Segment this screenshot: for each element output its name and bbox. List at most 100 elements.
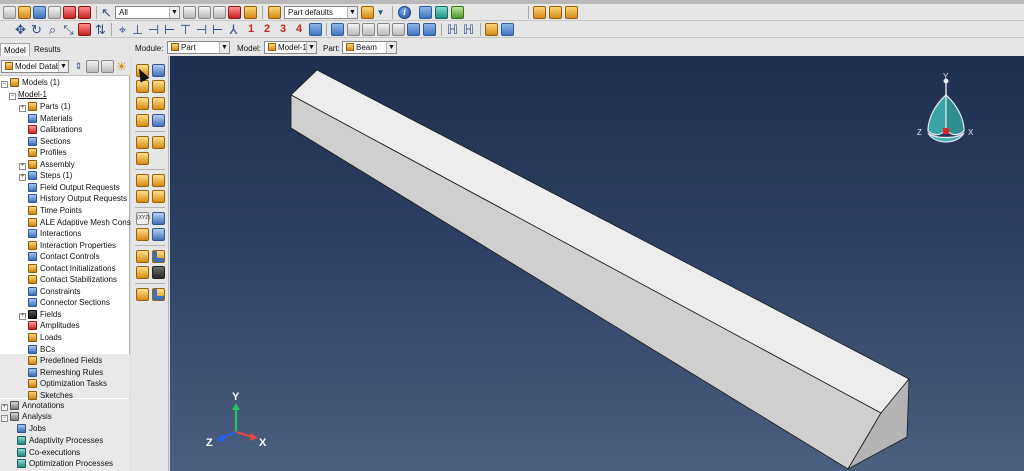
zoom-icon[interactable]: ⤡: [62, 23, 75, 36]
partition-cell-icon[interactable]: [136, 136, 149, 149]
collapse-toggle-icon[interactable]: −: [1, 81, 8, 88]
create-datum-csys-icon[interactable]: [152, 190, 165, 203]
add-group-icon[interactable]: [362, 23, 375, 36]
display-group-icon[interactable]: [331, 23, 344, 36]
shaded-icon[interactable]: [451, 6, 464, 19]
tree-node-steps-1[interactable]: + Steps (1): [19, 170, 72, 181]
part-select[interactable]: Beam ▼: [342, 41, 397, 54]
view-minus-y-icon[interactable]: ⊣: [195, 23, 208, 36]
tab-results[interactable]: Results: [31, 43, 64, 56]
remove-group-icon[interactable]: [377, 23, 390, 36]
tree-node-bcs[interactable]: BCs: [28, 344, 55, 355]
create-face-icon[interactable]: [136, 250, 149, 263]
move-up-icon[interactable]: ⇕: [72, 60, 85, 73]
pan-icon[interactable]: ✥: [14, 23, 27, 36]
module-select[interactable]: Part ▼: [167, 41, 230, 54]
tree-node-jobs[interactable]: Jobs: [17, 423, 46, 434]
wireframe-icon[interactable]: [419, 6, 432, 19]
query-icon[interactable]: [485, 23, 498, 36]
tree-node-assembly[interactable]: + Assembly: [19, 159, 75, 170]
ladder-icon[interactable]: ℍ: [446, 23, 459, 36]
tree-node-contact-stabilizations[interactable]: Contact Stabilizations: [28, 274, 117, 285]
layer-2-button[interactable]: 2: [261, 23, 273, 36]
expand-toggle-icon[interactable]: +: [19, 313, 26, 320]
tree-node-loads[interactable]: Loads: [28, 332, 62, 343]
create-datum-point-icon[interactable]: [136, 174, 149, 187]
tree-node-annotations[interactable]: + Annotations: [1, 400, 64, 411]
replace-group-icon[interactable]: [347, 23, 360, 36]
tree-node-parts-1[interactable]: + Parts (1): [19, 101, 71, 112]
select-arrow-icon[interactable]: ↖: [100, 6, 113, 19]
expand-toggle-icon[interactable]: +: [1, 404, 8, 411]
tree-node-optimization-processes[interactable]: Optimization Processes: [17, 458, 113, 469]
xyz-icon[interactable]: (XYZ): [136, 212, 150, 225]
view-cube[interactable]: Y X Z: [913, 73, 979, 155]
tree-node-remeshing-rules[interactable]: Remeshing Rules: [28, 367, 103, 378]
new-file-icon[interactable]: [3, 6, 16, 19]
collapse-toggle-icon[interactable]: −: [9, 93, 16, 100]
viewport[interactable]: Y X Z Y X Z: [170, 56, 1024, 471]
render-style-icon[interactable]: [268, 6, 281, 19]
select-copy-icon[interactable]: [198, 6, 211, 19]
magnify-icon[interactable]: ⌕: [46, 23, 59, 36]
create-shell-icon[interactable]: [136, 97, 149, 110]
collapse-toggle-icon[interactable]: −: [1, 415, 8, 422]
tree-node-models[interactable]: − Models (1): [1, 77, 60, 88]
tree-filter-icon[interactable]: [86, 60, 99, 73]
rotate-icon[interactable]: ↻: [30, 23, 43, 36]
tab-model[interactable]: Model: [0, 43, 30, 56]
render-style-select[interactable]: Part defaults ▼: [284, 6, 358, 19]
tree-node-contact-controls[interactable]: Contact Controls: [28, 251, 100, 262]
tree-node-materials[interactable]: Materials: [28, 113, 72, 124]
replace-selection-icon[interactable]: [228, 6, 241, 19]
layer-1-button[interactable]: 1: [245, 23, 257, 36]
create-datum-axis-icon[interactable]: [152, 174, 165, 187]
create-solid-revolve-icon[interactable]: [152, 80, 165, 93]
edit-feature-icon[interactable]: [136, 266, 149, 279]
chevron-down-icon[interactable]: ▼: [374, 6, 387, 19]
view-front-icon[interactable]: [533, 6, 546, 19]
create-spline-icon[interactable]: [152, 228, 165, 241]
part-manager-icon[interactable]: [152, 64, 165, 77]
undo-view-icon[interactable]: [392, 23, 405, 36]
lightbulb-icon[interactable]: ☀: [115, 60, 128, 73]
tree-node-predefined-fields[interactable]: Predefined Fields: [28, 355, 102, 366]
view-y-icon[interactable]: ⊣: [147, 23, 160, 36]
layer-4-button[interactable]: 4: [293, 23, 305, 36]
expand-toggle-icon[interactable]: +: [19, 163, 26, 170]
tree-node-ale-adaptive-mesh-constra[interactable]: ALE Adaptive Mesh Constra: [28, 217, 140, 228]
partition-edge-icon[interactable]: [136, 152, 149, 165]
view-iso-icon[interactable]: [549, 6, 562, 19]
tree-node-sections[interactable]: Sections: [28, 136, 71, 147]
expand-toggle-icon[interactable]: +: [19, 105, 26, 112]
view-manager-icon[interactable]: [309, 23, 322, 36]
export-icon[interactable]: [63, 6, 76, 19]
tools-icon[interactable]: [152, 266, 165, 279]
tree-node-contact-initializations[interactable]: Contact Initializations: [28, 263, 116, 274]
box-zoom-icon[interactable]: [78, 23, 91, 36]
view-table-icon[interactable]: [407, 23, 420, 36]
tree-node-time-points[interactable]: Time Points: [28, 205, 82, 216]
tree-node-connector-sections[interactable]: Connector Sections: [28, 297, 110, 308]
display-group-manager-icon[interactable]: [423, 23, 436, 36]
create-solid-extrude-icon[interactable]: [136, 80, 149, 93]
ladder-alt-icon[interactable]: ℍ: [462, 23, 475, 36]
save-icon[interactable]: [33, 6, 46, 19]
tree-expand-icon[interactable]: [101, 60, 114, 73]
tree-node-model-1[interactable]: − Model-1: [9, 89, 47, 100]
select-box-icon[interactable]: [183, 6, 196, 19]
view-x-icon[interactable]: ⊥: [131, 23, 144, 36]
iso-triad-icon[interactable]: ⅄: [227, 23, 240, 36]
create-wire-icon[interactable]: [152, 97, 165, 110]
create-datum-plane-icon[interactable]: [136, 190, 149, 203]
tree-node-interactions[interactable]: Interactions: [28, 228, 81, 239]
repair-geometry-icon[interactable]: [152, 250, 165, 263]
view-top-icon[interactable]: [565, 6, 578, 19]
tree-node-calibrations[interactable]: Calibrations: [28, 124, 82, 135]
open-file-icon[interactable]: [18, 6, 31, 19]
tree-node-fields[interactable]: + Fields: [19, 309, 61, 320]
tree-node-amplitudes[interactable]: Amplitudes: [28, 320, 80, 331]
layer-3-button[interactable]: 3: [277, 23, 289, 36]
import-icon[interactable]: [78, 6, 91, 19]
view-z-icon[interactable]: ⊢: [163, 23, 176, 36]
